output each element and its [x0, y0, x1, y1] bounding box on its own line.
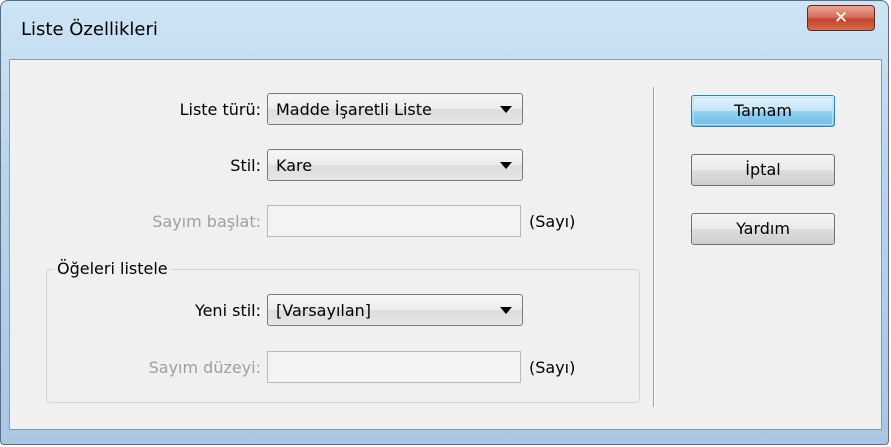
ok-button-label: Tamam: [734, 101, 792, 120]
style-label: Stil:: [230, 156, 261, 175]
vertical-separator: [653, 87, 655, 407]
count-level-unit: (Sayı): [529, 358, 576, 377]
new-style-select[interactable]: [Varsayılan]: [267, 294, 523, 326]
cancel-button-label: İptal: [745, 160, 781, 179]
dialog-title: Liste Özellikleri: [21, 19, 158, 40]
new-style-label: Yeni stil:: [194, 301, 261, 320]
dropdown-arrow-icon: [500, 162, 512, 169]
ok-button[interactable]: Tamam: [691, 95, 835, 127]
list-items-group-title: Öğeleri listele: [54, 259, 171, 278]
dropdown-arrow-icon: [500, 307, 512, 314]
title-bar[interactable]: Liste Özellikleri ✕: [1, 1, 888, 59]
list-type-label: Liste türü:: [179, 100, 261, 119]
new-style-value: [Varsayılan]: [276, 301, 372, 320]
start-count-input[interactable]: [267, 205, 521, 237]
cancel-button[interactable]: İptal: [691, 154, 835, 186]
list-type-select[interactable]: Madde İşaretli Liste: [267, 93, 523, 125]
start-count-label: Sayım başlat:: [152, 212, 261, 231]
help-button[interactable]: Yardım: [691, 213, 835, 245]
style-select[interactable]: Kare: [267, 149, 523, 181]
close-icon: ✕: [833, 8, 849, 28]
count-level-input[interactable]: [267, 351, 521, 383]
start-count-unit: (Sayı): [529, 212, 576, 231]
close-button[interactable]: ✕: [807, 5, 875, 31]
dropdown-arrow-icon: [500, 106, 512, 113]
style-value: Kare: [276, 156, 313, 175]
dialog-window: Liste Özellikleri ✕ Liste türü: Madde İş…: [0, 0, 889, 445]
help-button-label: Yardım: [736, 219, 790, 238]
list-type-value: Madde İşaretli Liste: [276, 100, 432, 119]
count-level-label: Sayım düzeyi:: [148, 358, 261, 377]
